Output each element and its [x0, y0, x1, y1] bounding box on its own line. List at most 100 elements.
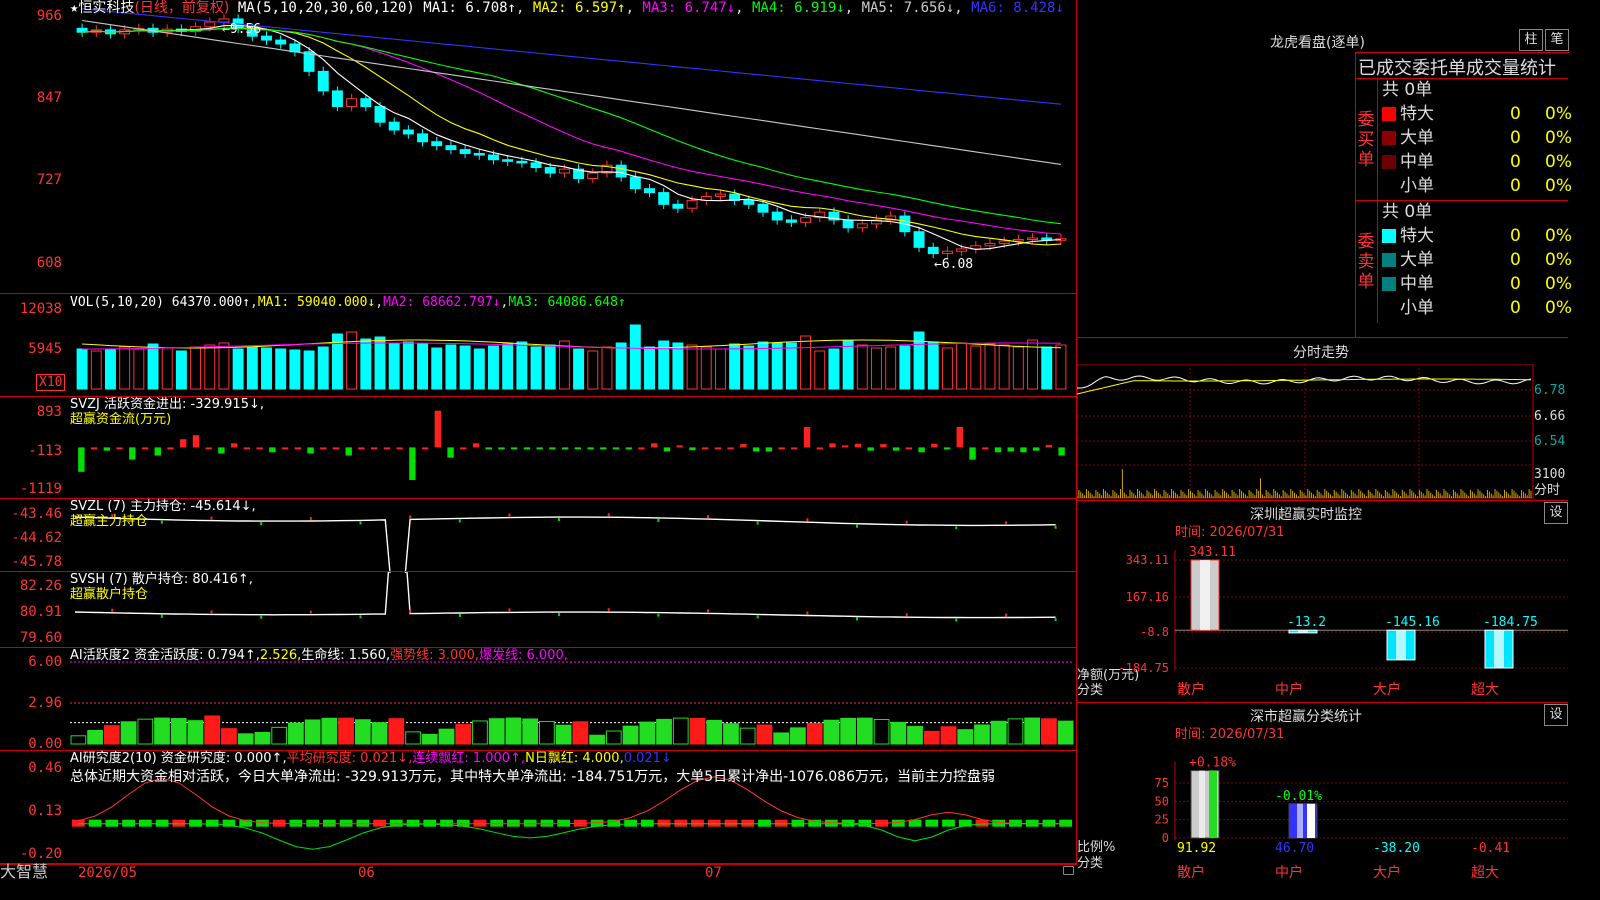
flow-bar	[383, 447, 391, 450]
candle	[402, 129, 414, 135]
svzl-line-tick	[657, 518, 660, 522]
candle	[800, 217, 812, 223]
classify-category: 中户	[1275, 864, 1303, 881]
flow-bar	[332, 447, 340, 450]
active-bar	[890, 721, 907, 745]
vol-bar	[714, 348, 726, 390]
candle	[658, 192, 670, 205]
svzl-subtitle: 超赢主力持仓	[70, 514, 149, 529]
vol-bar	[76, 348, 88, 390]
bar-mode-button[interactable]: 柱	[1519, 29, 1543, 51]
ai-research-panel[interactable]	[0, 750, 1077, 864]
vol-bar	[573, 348, 585, 390]
research-bar	[774, 819, 788, 827]
vol-bar	[856, 344, 868, 390]
svsh-line-tick	[508, 608, 511, 612]
active-bar	[288, 722, 304, 745]
svsh-line-tick	[855, 617, 858, 621]
candle	[587, 172, 599, 180]
research-bar	[624, 819, 637, 827]
svsh-axis-1: 80.91	[19, 604, 62, 620]
svsh-line-tick	[905, 613, 908, 617]
monitor-category: 大户	[1373, 681, 1401, 698]
svsh-line-tick	[657, 613, 660, 617]
x-date-0: 2026/05	[78, 865, 138, 881]
svzl-line-tick	[955, 526, 958, 530]
monitor-value-label: -13.2	[1287, 615, 1326, 630]
vol-bar	[289, 349, 301, 390]
intraday-axis-2: 6.54	[1534, 434, 1566, 449]
vol-bar	[402, 341, 414, 390]
monitor-chart: 343.11 167.16 -8.8 -184.75 343.11 散户 -13.2 中户 -1…	[1118, 545, 1568, 698]
active-bar	[488, 718, 505, 745]
candle	[275, 39, 287, 45]
flow-bar	[701, 447, 709, 450]
flow-bar	[752, 447, 760, 452]
ma5-value: MA5: 7.656↓	[861, 0, 955, 16]
research-bar	[88, 819, 102, 827]
period-label[interactable]: (日线，前复权)	[134, 0, 229, 16]
flow-bar	[638, 447, 645, 450]
order-type: 大单	[1400, 250, 1434, 270]
research-bar	[440, 819, 453, 827]
color-swatch	[1382, 229, 1396, 243]
candle	[672, 203, 684, 209]
candle	[998, 240, 1010, 244]
x-axis	[0, 864, 1077, 883]
research-bar	[423, 819, 437, 827]
flow-bar	[205, 447, 212, 450]
vol-bar	[970, 345, 982, 390]
svsh-line-tick	[955, 618, 958, 622]
order-type: 中单	[1400, 152, 1434, 172]
research-bar	[691, 819, 704, 827]
classify-cat-label: 分类	[1077, 856, 1104, 871]
svzl-line-tick	[160, 520, 163, 524]
flow-bar	[447, 447, 454, 458]
active-bar	[505, 717, 522, 745]
classify-bar-shine	[1199, 770, 1205, 838]
order-pct: 0%	[1545, 104, 1572, 124]
candle	[502, 159, 514, 162]
research-bar	[925, 819, 939, 827]
order-pct: 0%	[1545, 128, 1572, 148]
stock-name[interactable]: 恒实科技	[78, 0, 134, 16]
vol-bar	[785, 342, 797, 390]
kline-panel[interactable]	[0, 0, 1077, 294]
vol-bar	[119, 346, 131, 390]
monitor-axis-label: 343.11	[1126, 553, 1169, 567]
flow-bar	[103, 447, 111, 451]
candle	[1012, 239, 1024, 242]
svsh-line-tick	[309, 610, 312, 614]
vol-bar	[431, 347, 443, 390]
active-bar	[154, 717, 170, 745]
sell-total: 共 0单	[1382, 202, 1433, 222]
research-bar	[72, 819, 85, 827]
order-count: 0	[1510, 128, 1521, 148]
active-bar	[790, 727, 806, 745]
flow-bar	[829, 443, 836, 448]
active-bar	[656, 718, 672, 745]
lock-icon[interactable]	[1063, 866, 1074, 875]
research-bar	[724, 819, 738, 827]
order-row: 小单	[1382, 296, 1434, 320]
monitor-category: 散户	[1177, 681, 1205, 698]
intraday-chart	[1077, 364, 1534, 499]
classify-settings-button[interactable]: 设	[1544, 704, 1568, 726]
active-bar	[338, 717, 354, 745]
flow-bar	[612, 447, 620, 450]
classify-axis-label: 0	[1162, 831, 1169, 845]
ai-active-axis-1: 2.96	[28, 695, 62, 711]
intraday-axis-4: 分时	[1534, 483, 1561, 498]
candle	[644, 188, 655, 194]
candle	[956, 248, 968, 252]
svzl-line-tick	[607, 513, 610, 517]
research-bar	[507, 819, 520, 827]
monitor-settings-button[interactable]: 设	[1544, 502, 1568, 524]
candle	[714, 193, 726, 197]
tick-mode-button[interactable]: 笔	[1545, 29, 1569, 51]
flow-bar	[778, 447, 785, 450]
order-pct: 0%	[1545, 226, 1572, 246]
active-bar	[1007, 718, 1024, 745]
svzl-line-tick	[359, 521, 362, 525]
active-bar	[103, 725, 120, 745]
